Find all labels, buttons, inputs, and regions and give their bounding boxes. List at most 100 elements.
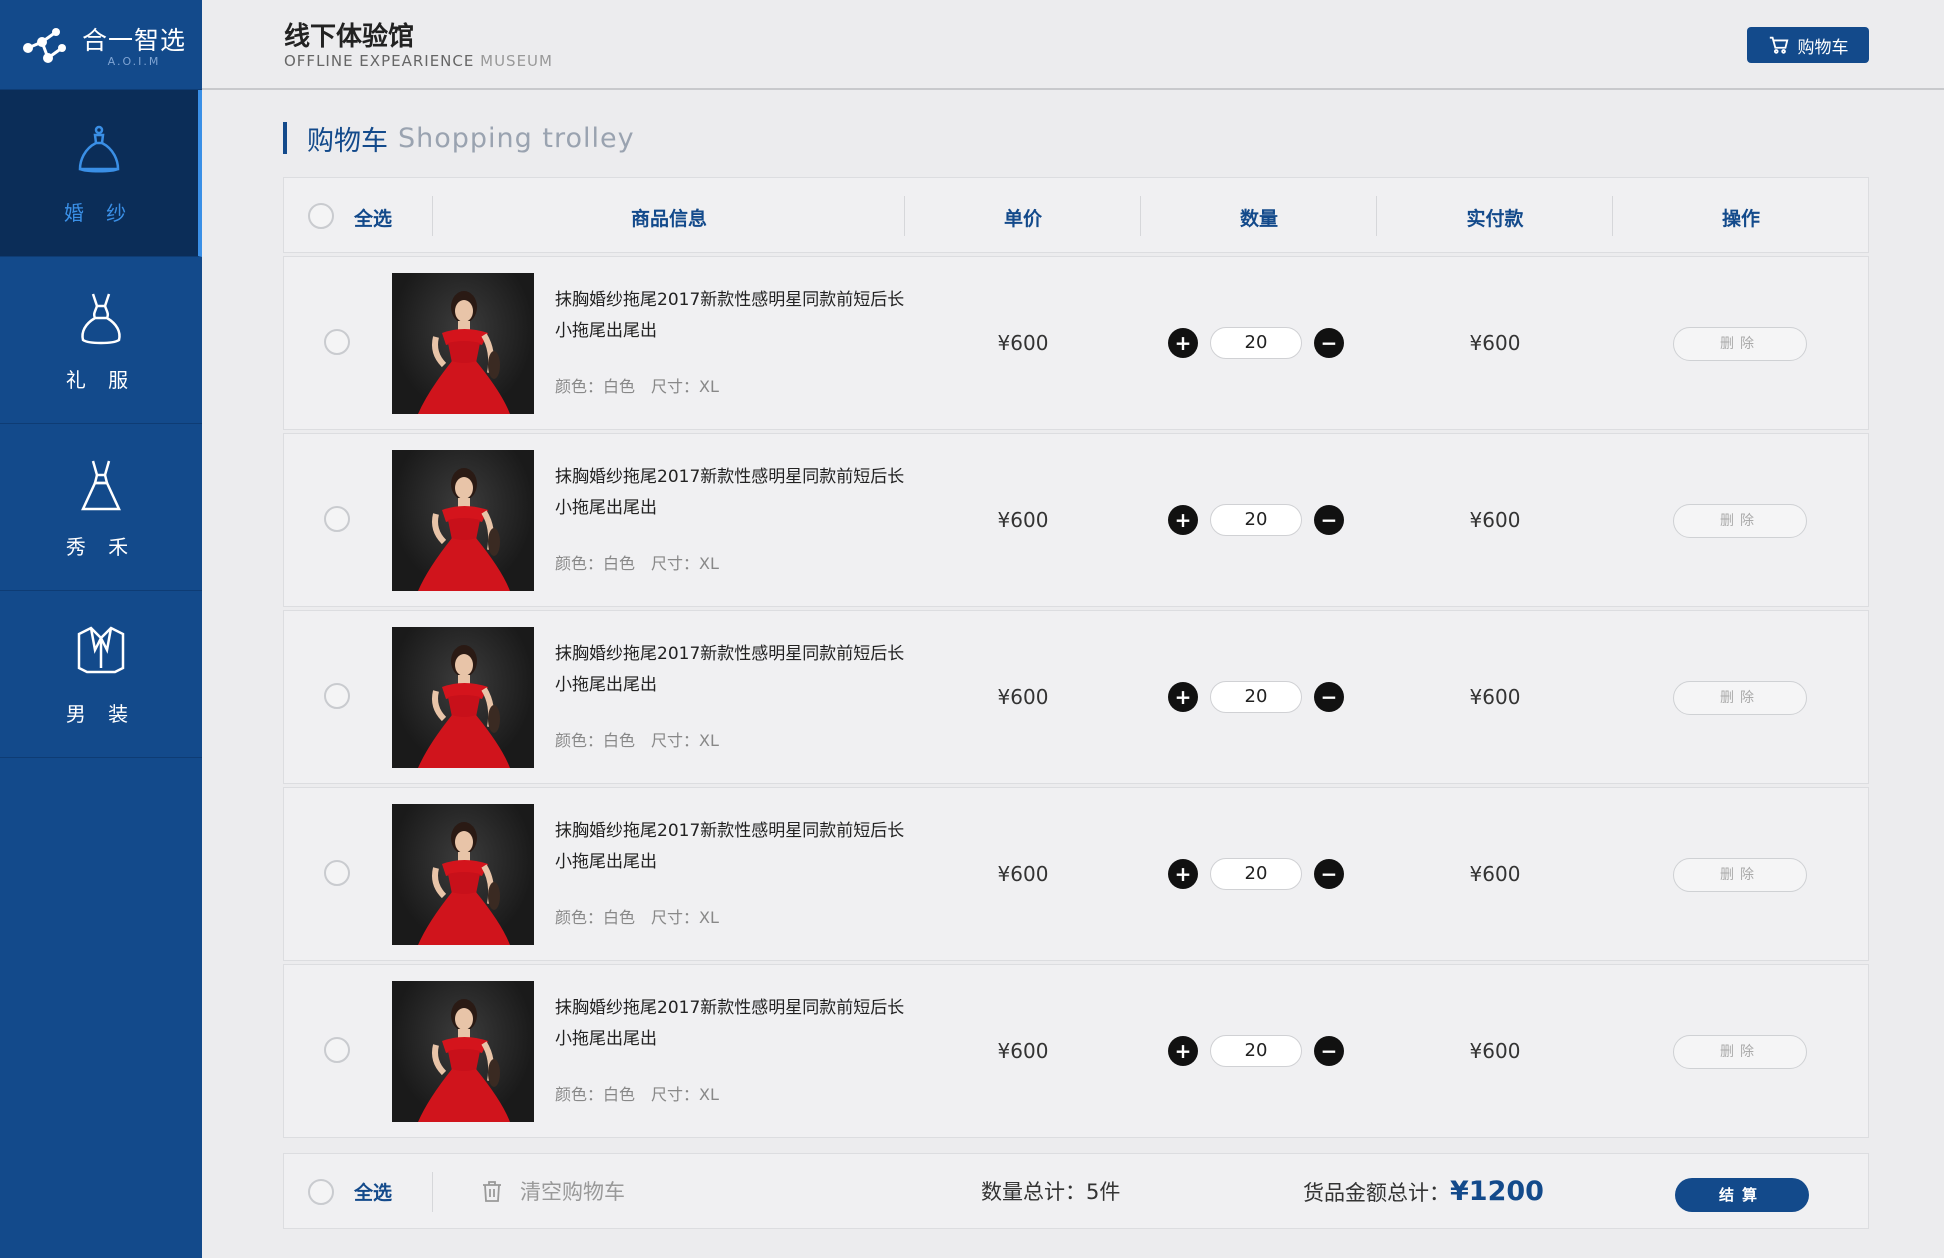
- amount-total-label: 货品金额总计：: [1303, 1181, 1450, 1205]
- cart-footer: 全选 清空购物车 数量总计：5件 货品金额总计：¥1200 结算: [283, 1153, 1869, 1229]
- column-header-action: 操作: [1721, 208, 1760, 230]
- cart-button-label: 购物车: [1797, 37, 1849, 58]
- column-divider: [432, 196, 433, 236]
- unit-price: ¥600: [997, 862, 1049, 886]
- column-divider: [904, 196, 905, 236]
- plus-icon: +: [1174, 1039, 1192, 1063]
- wedding-dress-icon: [78, 125, 120, 172]
- unit-price: ¥600: [997, 508, 1049, 532]
- product-image-dress: [418, 291, 510, 414]
- sidebar-item-menswear[interactable]: 男 装: [0, 591, 202, 758]
- column-divider: [1140, 196, 1141, 236]
- quantity-total: 数量总计：5件: [981, 1176, 1120, 1206]
- cart-button[interactable]: 购物车: [1747, 27, 1869, 63]
- logo-name: 合一智选: [82, 26, 187, 55]
- sidebar-item-xiuhe[interactable]: 秀 禾: [0, 424, 202, 591]
- decrease-quantity-button[interactable]: −: [1314, 505, 1344, 535]
- increase-quantity-button[interactable]: +: [1168, 328, 1198, 358]
- amount-total-value: ¥1200: [1450, 1176, 1544, 1207]
- checkout-button[interactable]: 结算: [1675, 1178, 1809, 1212]
- decrease-quantity-button[interactable]: −: [1314, 1036, 1344, 1066]
- unit-price: ¥600: [997, 331, 1049, 355]
- delete-button[interactable]: 删除: [1673, 327, 1807, 361]
- quantity-input[interactable]: 20: [1210, 327, 1302, 359]
- footer-select-all-label[interactable]: 全选: [354, 1178, 392, 1205]
- product-image-dress: [418, 468, 510, 591]
- product-thumbnail[interactable]: [392, 981, 534, 1122]
- product-name[interactable]: 抹胸婚纱拖尾2017新款性感明星同款前短后长小拖尾出尾出: [555, 816, 915, 878]
- sidebar-item-label: 男 装: [65, 701, 137, 726]
- quantity-input[interactable]: 20: [1210, 858, 1302, 890]
- row-select-radio[interactable]: [324, 1037, 350, 1063]
- decrease-quantity-button[interactable]: −: [1314, 859, 1344, 889]
- product-spec: 颜色：白色 尺寸：XL: [555, 1085, 719, 1104]
- row-total: ¥600: [1469, 685, 1521, 709]
- quantity-total-value: 5件: [1086, 1180, 1121, 1204]
- plus-icon: +: [1174, 862, 1192, 886]
- decrease-quantity-button[interactable]: −: [1314, 682, 1344, 712]
- product-image-dress: [418, 822, 510, 945]
- column-header-total: 实付款: [1466, 208, 1524, 230]
- delete-button[interactable]: 删除: [1673, 504, 1807, 538]
- decrease-quantity-button[interactable]: −: [1314, 328, 1344, 358]
- top-header: 线下体验馆 OFFLINE EXPEARIENCE MUSEUM 购物车: [202, 0, 1944, 90]
- quantity-input[interactable]: 20: [1210, 1035, 1302, 1067]
- logo-molecule-icon: [23, 27, 66, 63]
- sidebar-item-wedding-dress[interactable]: 婚 纱: [0, 90, 202, 257]
- row-total: ¥600: [1469, 1039, 1521, 1063]
- footer-select-all-radio[interactable]: [308, 1179, 334, 1205]
- amount-total: 货品金额总计：¥1200: [1303, 1176, 1544, 1207]
- plus-icon: +: [1174, 685, 1192, 709]
- unit-price: ¥600: [997, 685, 1049, 709]
- cart-table: 全选 商品信息 单价 数量 实付款 操作 抹胸婚纱拖尾2017新款性感明星同款前…: [283, 177, 1869, 1138]
- product-thumbnail[interactable]: [392, 627, 534, 768]
- product-thumbnail[interactable]: [392, 273, 534, 414]
- clear-cart-button[interactable]: 清空购物车: [480, 1176, 625, 1206]
- quantity-stepper: + 20 −: [1168, 681, 1344, 713]
- increase-quantity-button[interactable]: +: [1168, 859, 1198, 889]
- gown-icon: [81, 293, 121, 344]
- section-title-en: Shopping trolley: [398, 122, 635, 154]
- delete-button[interactable]: 删除: [1673, 858, 1807, 892]
- quantity-input[interactable]: 20: [1210, 504, 1302, 536]
- column-header-price: 单价: [1003, 208, 1042, 230]
- table-row: 抹胸婚纱拖尾2017新款性感明星同款前短后长小拖尾出尾出 颜色：白色 尺寸：XL…: [283, 787, 1869, 961]
- sidebar-item-label: 秀 禾: [65, 534, 137, 559]
- row-select-radio[interactable]: [324, 329, 350, 355]
- increase-quantity-button[interactable]: +: [1168, 1036, 1198, 1066]
- row-total: ¥600: [1469, 508, 1521, 532]
- minus-icon: −: [1320, 1039, 1338, 1063]
- increase-quantity-button[interactable]: +: [1168, 505, 1198, 535]
- row-select-radio[interactable]: [324, 860, 350, 886]
- quantity-stepper: + 20 −: [1168, 858, 1344, 890]
- page-subtitle-light: MUSEUM: [480, 52, 553, 70]
- row-select-radio[interactable]: [324, 683, 350, 709]
- table-row: 抹胸婚纱拖尾2017新款性感明星同款前短后长小拖尾出尾出 颜色：白色 尺寸：XL…: [283, 964, 1869, 1138]
- suit-icon: [77, 625, 125, 673]
- increase-quantity-button[interactable]: +: [1168, 682, 1198, 712]
- product-name[interactable]: 抹胸婚纱拖尾2017新款性感明星同款前短后长小拖尾出尾出: [555, 639, 915, 701]
- product-name[interactable]: 抹胸婚纱拖尾2017新款性感明星同款前短后长小拖尾出尾出: [555, 462, 915, 524]
- product-thumbnail[interactable]: [392, 804, 534, 945]
- section-title-cn: 购物车: [307, 125, 388, 157]
- product-name[interactable]: 抹胸婚纱拖尾2017新款性感明星同款前短后长小拖尾出尾出: [555, 993, 915, 1055]
- minus-icon: −: [1320, 331, 1338, 355]
- select-all-radio[interactable]: [308, 203, 334, 229]
- clear-cart-label: 清空购物车: [520, 1180, 625, 1204]
- delete-button[interactable]: 删除: [1673, 1035, 1807, 1069]
- sidebar-item-label: 婚 纱: [63, 200, 135, 225]
- quantity-stepper: + 20 −: [1168, 327, 1344, 359]
- delete-button[interactable]: 删除: [1673, 681, 1807, 715]
- product-image-dress: [418, 645, 510, 768]
- quantity-input[interactable]: 20: [1210, 681, 1302, 713]
- row-select-radio[interactable]: [324, 506, 350, 532]
- cart-icon: [1769, 36, 1788, 54]
- product-name[interactable]: 抹胸婚纱拖尾2017新款性感明星同款前短后长小拖尾出尾出: [555, 285, 915, 347]
- page-subtitle: OFFLINE EXPEARIENCE MUSEUM: [284, 52, 553, 70]
- product-thumbnail[interactable]: [392, 450, 534, 591]
- minus-icon: −: [1320, 862, 1338, 886]
- minus-icon: −: [1320, 685, 1338, 709]
- select-all-label[interactable]: 全选: [354, 204, 392, 231]
- column-header-quantity: 数量: [1239, 208, 1278, 230]
- sidebar-item-gown[interactable]: 礼 服: [0, 257, 202, 424]
